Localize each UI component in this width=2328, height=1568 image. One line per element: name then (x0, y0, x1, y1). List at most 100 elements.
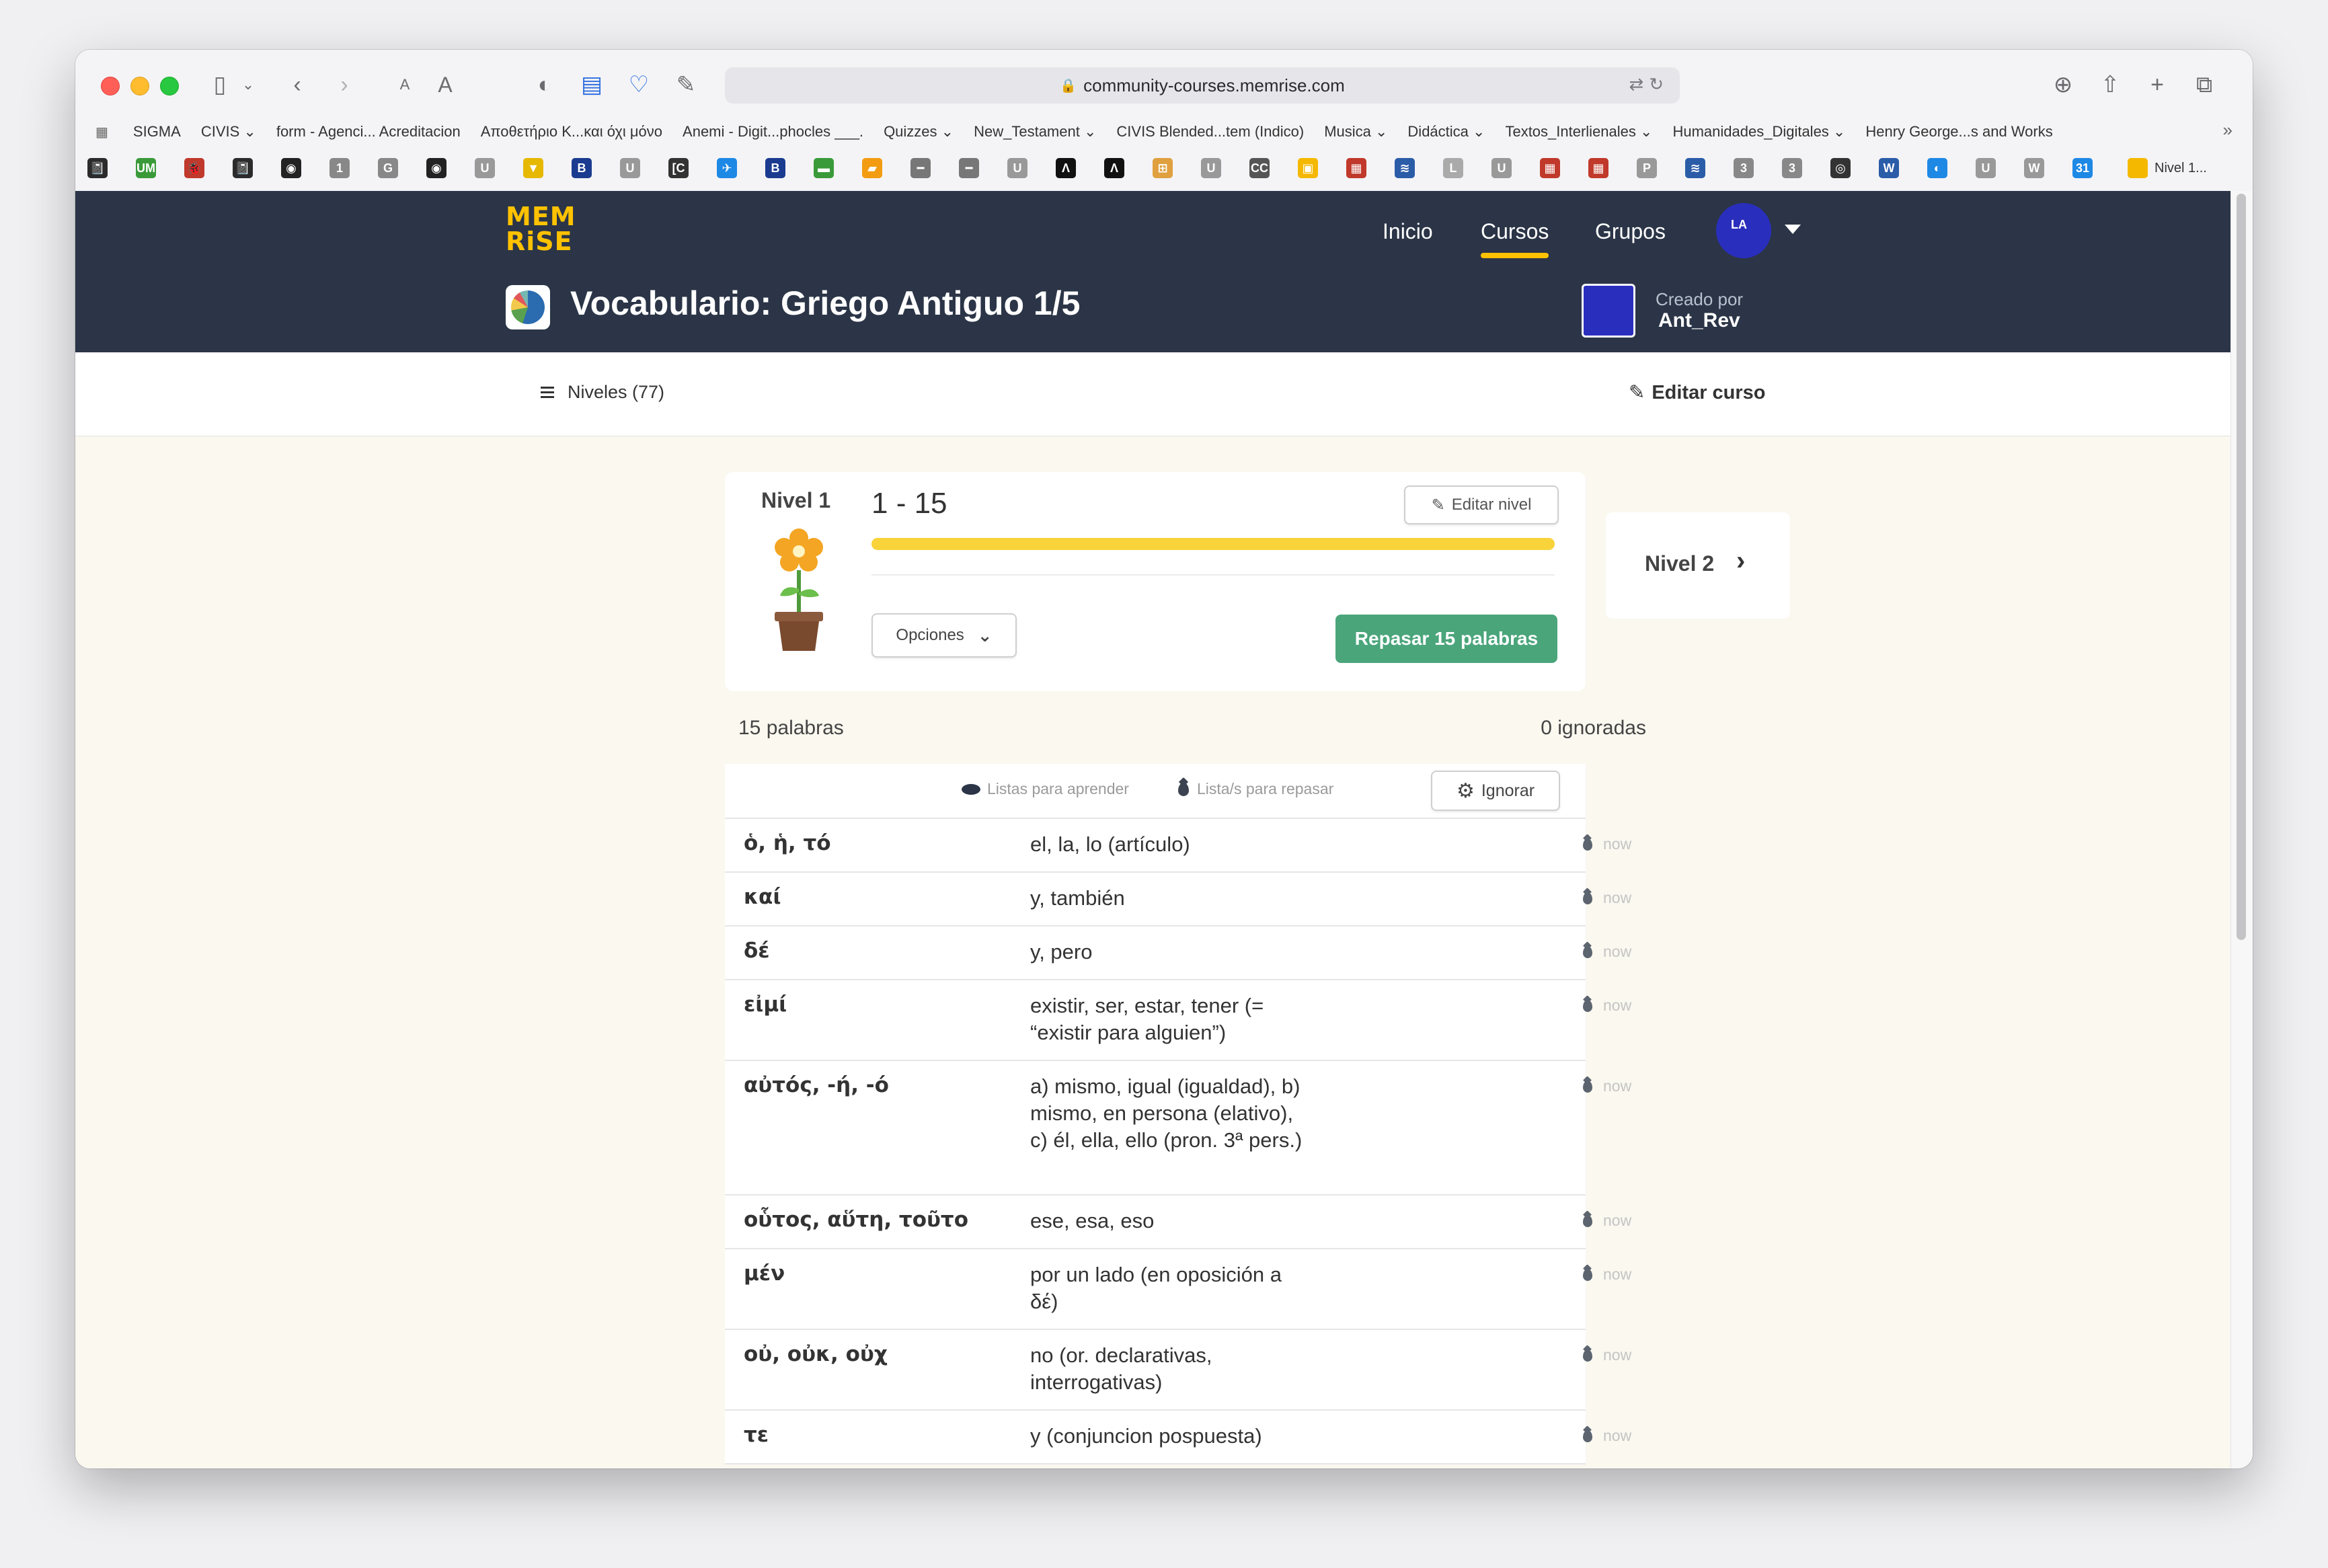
favorite-bookmark-icon[interactable]: ▼ (523, 158, 543, 178)
favorite-bookmark-icon[interactable]: CC (1249, 158, 1270, 178)
favorite-bookmark-icon[interactable]: Λ (1056, 158, 1076, 178)
minimize-window-button[interactable] (130, 77, 149, 95)
highlight-extension-icon[interactable]: ♡ (625, 70, 652, 100)
bookmark-item[interactable]: Musica ⌄ (1324, 123, 1387, 141)
favorite-bookmark-icon[interactable]: W (2024, 158, 2044, 178)
translate-reload-icons[interactable]: ⇄↻ (1629, 74, 1669, 95)
bookmark-item[interactable]: Didáctica ⌄ (1407, 123, 1485, 141)
options-dropdown[interactable]: Opciones ⌄ (871, 613, 1017, 658)
nav-grupos[interactable]: Grupos (1595, 219, 1666, 244)
favorite-bookmark-icon[interactable]: ◎ (1830, 158, 1851, 178)
favorite-bookmark-icon[interactable]: ◐ (1927, 158, 1947, 178)
favorite-bookmark-icon[interactable]: ▦ (1588, 158, 1608, 178)
bookmark-item[interactable]: Anemi - Digit...phocles ___. (683, 123, 863, 141)
favorite-bookmark-icon[interactable]: 31 (2072, 158, 2093, 178)
favorite-bookmark-icon[interactable]: ✈ (717, 158, 737, 178)
levels-link[interactable]: Niveles (77) (541, 382, 664, 403)
edit-level-button[interactable]: ✎ Editar nivel (1404, 485, 1559, 524)
address-bar[interactable]: 🔒 community-courses.memrise.com ⇄↻ (725, 67, 1680, 104)
favorite-bookmark-icon[interactable]: 3 (1734, 158, 1754, 178)
bookmark-item[interactable]: Humanidades_Digitales ⌄ (1672, 123, 1845, 141)
favorite-bookmark-icon[interactable]: ▦ (1540, 158, 1560, 178)
favorite-bookmark-icon[interactable]: ━ (910, 158, 931, 178)
downloads-icon[interactable]: ⊕ (2050, 70, 2077, 100)
forward-icon[interactable]: › (331, 70, 358, 100)
favorite-bookmark-icon[interactable]: B (765, 158, 785, 178)
bookmark-item[interactable]: New_Testament ⌄ (974, 123, 1096, 141)
bookmark-item[interactable]: SIGMA (133, 123, 181, 141)
word-row[interactable]: μέν por un lado (en oposición a δέ) now (725, 1249, 1631, 1330)
favorite-bookmark-icon[interactable]: ⊞ (1153, 158, 1173, 178)
favorite-bookmark-icon[interactable]: [C (668, 158, 689, 178)
favorite-bookmark-icon[interactable]: ≋ (1685, 158, 1705, 178)
edit-course-link[interactable]: ✎ Editar curso (1629, 381, 1766, 404)
scrollbar-thumb[interactable] (2237, 194, 2246, 940)
favorite-bookmark-icon[interactable]: L (1443, 158, 1463, 178)
favorite-bookmark-icon[interactable]: ━ (959, 158, 979, 178)
word-row[interactable]: ὁ, ἡ, τό el, la, lo (artículo) now (725, 819, 1631, 873)
bookmark-item[interactable]: Textos_Interlienales ⌄ (1505, 123, 1652, 141)
favorite-bookmark-icon[interactable]: 1 (329, 158, 350, 178)
favorite-bookmark-icon[interactable]: UM (136, 158, 156, 178)
bookmark-item[interactable]: Henry George...s and Works (1865, 123, 2052, 141)
bookmark-item[interactable]: Quizzes ⌄ (884, 123, 954, 141)
word-row[interactable]: οὗτος, αὕτη, τοῦτο ese, esa, eso now (725, 1195, 1631, 1249)
word-row[interactable]: δέ y, pero now (725, 927, 1631, 980)
favorite-bookmark-icon[interactable]: U (475, 158, 495, 178)
privacy-shield-icon[interactable]: ◐ (531, 70, 558, 100)
favorite-bookmark-icon[interactable]: ▰ (862, 158, 882, 178)
bookmark-item[interactable]: CIVIS Blended...tem (Indico) (1116, 123, 1304, 141)
favorite-bookmark-icon[interactable]: ≋ (1395, 158, 1415, 178)
ignore-button[interactable]: ⚙ Ignorar (1431, 771, 1560, 811)
back-icon[interactable]: ‹ (284, 70, 311, 100)
favorite-bookmark-icon[interactable]: Λ (1104, 158, 1124, 178)
word-row[interactable]: εἰμί existir, ser, estar, tener (= “exist… (725, 980, 1631, 1061)
user-avatar[interactable] (1716, 203, 1771, 258)
text-larger-icon[interactable]: A (432, 70, 459, 100)
favorite-bookmark-icon[interactable]: ▣ (1298, 158, 1318, 178)
favorite-bookmark-icon[interactable]: 📓 (233, 158, 253, 178)
user-menu-caret-icon[interactable] (1785, 225, 1801, 234)
chevron-down-icon[interactable]: ⌄ (238, 70, 258, 100)
creator-name[interactable]: Ant_Rev (1658, 309, 1740, 332)
text-smaller-icon[interactable]: A (391, 70, 418, 100)
bookmark-item[interactable]: Αποθετήριο Κ...και όχι μόνο (481, 123, 662, 141)
favorite-bookmark-icon[interactable]: ▦ (1346, 158, 1366, 178)
favorite-bookmark-icon[interactable]: 3 (1782, 158, 1802, 178)
extension-icon[interactable]: ✎ (672, 70, 699, 100)
memrise-logo[interactable]: MEM RiSE (506, 204, 576, 258)
nav-inicio[interactable]: Inicio (1383, 219, 1433, 244)
word-row[interactable]: τε y (conjuncion pospuesta) now (725, 1411, 1631, 1464)
favorite-bookmark-icon[interactable]: U (1007, 158, 1027, 178)
favorite-bookmark-icon[interactable]: U (1976, 158, 1996, 178)
favorite-bookmark-icon[interactable]: U (1201, 158, 1221, 178)
apps-grid-icon[interactable]: ▦ (95, 124, 109, 141)
favorite-bookmark-icon[interactable]: 🐞 (184, 158, 204, 178)
favorite-bookmark-icon[interactable]: U (620, 158, 640, 178)
bookmark-item[interactable]: CIVIS ⌄ (201, 123, 256, 141)
favorite-bookmark-icon[interactable]: G (378, 158, 398, 178)
favorite-bookmark-icon[interactable]: ◉ (281, 158, 301, 178)
zoom-window-button[interactable] (160, 77, 179, 95)
bookmark-item[interactable]: form - Agenci... Acreditacion (276, 123, 461, 141)
favorite-bookmark-icon[interactable]: W (1879, 158, 1899, 178)
favorite-bookmark-nivel[interactable]: Nivel 1... (2128, 158, 2207, 178)
share-icon[interactable]: ⇧ (2097, 70, 2124, 100)
word-row[interactable]: αὐτός, -ή, -ό a) mismo, igual (igualdad),… (725, 1061, 1631, 1195)
more-bookmarks-icon[interactable]: » (2223, 120, 2233, 141)
favorite-bookmark-icon[interactable]: U (1491, 158, 1512, 178)
new-tab-icon[interactable]: + (2144, 70, 2171, 100)
favorite-bookmark-icon[interactable]: B (572, 158, 592, 178)
word-row[interactable]: οὐ, οὐκ, οὐχ no (or. declarativas, interr… (725, 1330, 1631, 1411)
word-row[interactable]: καί y, también now (725, 873, 1631, 927)
creator-avatar[interactable] (1582, 284, 1635, 338)
document-extension-icon[interactable]: ▤ (578, 70, 605, 100)
tab-overview-icon[interactable]: ⧉ (2191, 70, 2218, 100)
favorite-bookmark-icon[interactable]: P (1637, 158, 1657, 178)
close-window-button[interactable] (101, 77, 120, 95)
review-words-button[interactable]: Repasar 15 palabras (1335, 615, 1557, 663)
favorite-bookmark-icon[interactable]: 📓 (87, 158, 108, 178)
sidebar-toggle-icon[interactable]: ▯ (203, 70, 237, 100)
nav-cursos[interactable]: Cursos (1481, 219, 1549, 258)
next-level-card[interactable]: Nivel 2 › (1606, 512, 1790, 619)
